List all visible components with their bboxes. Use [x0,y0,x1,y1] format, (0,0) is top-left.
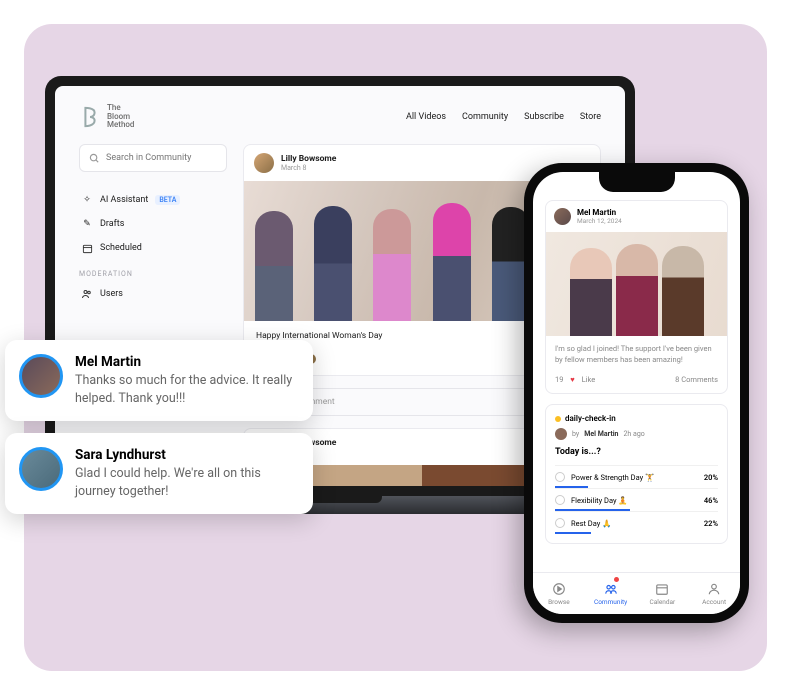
author-avatar[interactable] [254,153,274,173]
tab-label: Account [702,598,726,606]
chat-text: Glad I could help. We're all on this jou… [75,465,295,500]
sidebar-item-label: AI Assistant [100,195,148,205]
author-name[interactable]: Mel Martin [577,208,622,217]
poll-option[interactable]: Power & Strength Day 🏋️ 20% [555,465,718,488]
poll-option[interactable]: Rest Day 🙏 22% [555,511,718,534]
beta-badge: BETA [155,195,180,205]
brand-logo[interactable]: TheBloomMethod [79,104,134,130]
tab-calendar[interactable]: Calendar [637,573,689,614]
by-label: by [572,430,579,438]
chat-text: Thanks so much for the advice. It really… [75,372,295,407]
sidebar-section-moderation: MODERATION [79,270,227,278]
poll-percentage: 46% [704,496,718,505]
sidebar-item-label: Users [100,289,123,299]
chat-overlay: Mel Martin Thanks so much for the advice… [5,340,313,514]
author-name[interactable]: Lilly Bowsome [281,154,336,164]
search-input[interactable] [79,144,227,172]
radio-icon [555,518,565,528]
comments-link[interactable]: 8 Comments [675,375,718,384]
search-icon [89,152,100,164]
tab-label: Community [594,598,627,606]
poll-option-label: Flexibility Day 🧘 [571,496,628,505]
sparkle-icon: ✧ [81,194,93,206]
post-date: March 12, 2024 [577,217,622,225]
sidebar-item-drafts[interactable]: ✎ Drafts [79,212,227,236]
channel-card: daily-check-in by Mel Martin 2h ago Toda… [545,404,728,544]
avatar [19,354,63,398]
tab-browse[interactable]: Browse [533,573,585,614]
users-icon [81,288,93,300]
radio-icon [555,472,565,482]
poll-option[interactable]: Flexibility Day 🧘 46% [555,488,718,511]
like-button[interactable]: Like [582,375,596,384]
notification-dot [614,577,619,582]
poll-percentage: 22% [704,519,718,528]
tab-account[interactable]: Account [688,573,740,614]
tab-bar: Browse Community Calendar Account [533,572,740,614]
poll-option-label: Rest Day 🙏 [571,519,611,528]
nav-store[interactable]: Store [580,112,601,122]
calendar-icon [655,581,670,596]
mobile-post-card: Mel Martin March 12, 2024 I'm so glad I … [545,200,728,394]
play-icon [551,581,566,596]
post-caption: I'm so glad I joined! The support I've b… [546,336,727,369]
like-count: 19 [555,375,563,384]
poll-question: Today is...? [555,447,718,457]
community-icon [603,581,618,596]
nav-all-videos[interactable]: All Videos [406,112,446,122]
sidebar-item-users[interactable]: Users [79,282,227,306]
sidebar-item-scheduled[interactable]: Scheduled [79,236,227,260]
tab-community[interactable]: Community [585,573,637,614]
top-nav: All Videos Community Subscribe Store [406,112,601,122]
nav-subscribe[interactable]: Subscribe [524,112,564,122]
tab-label: Calendar [649,598,675,606]
channel-status-icon [555,416,561,422]
calendar-icon [81,242,93,254]
channel-title[interactable]: daily-check-in [555,414,718,423]
chat-author: Sara Lyndhurst [75,447,295,463]
app-header: TheBloomMethod All Videos Community Subs… [79,104,601,130]
account-icon [707,581,722,596]
tab-label: Browse [548,598,570,606]
heart-icon[interactable]: ♥ [568,375,576,384]
poll-option-label: Power & Strength Day 🏋️ [571,473,654,482]
sidebar-item-ai-assistant[interactable]: ✧ AI Assistant BETA [79,188,227,212]
author-avatar[interactable] [554,208,571,225]
nav-community[interactable]: Community [462,112,508,122]
pencil-icon: ✎ [81,218,93,230]
chat-message[interactable]: Sara Lyndhurst Glad I could help. We're … [5,433,313,514]
avatar [19,447,63,491]
sidebar-item-label: Scheduled [100,243,142,253]
post-date: March 8 [281,164,336,172]
post-time: 2h ago [623,430,644,438]
poll-percentage: 20% [704,473,718,482]
chat-author: Mel Martin [75,354,295,370]
channel-author[interactable]: Mel Martin [584,430,618,438]
post-image[interactable] [546,232,727,336]
author-avatar[interactable] [555,428,567,440]
sidebar-item-label: Drafts [100,219,124,229]
phone-device: Mel Martin March 12, 2024 I'm so glad I … [524,163,749,623]
chat-message[interactable]: Mel Martin Thanks so much for the advice… [5,340,313,421]
radio-icon [555,495,565,505]
